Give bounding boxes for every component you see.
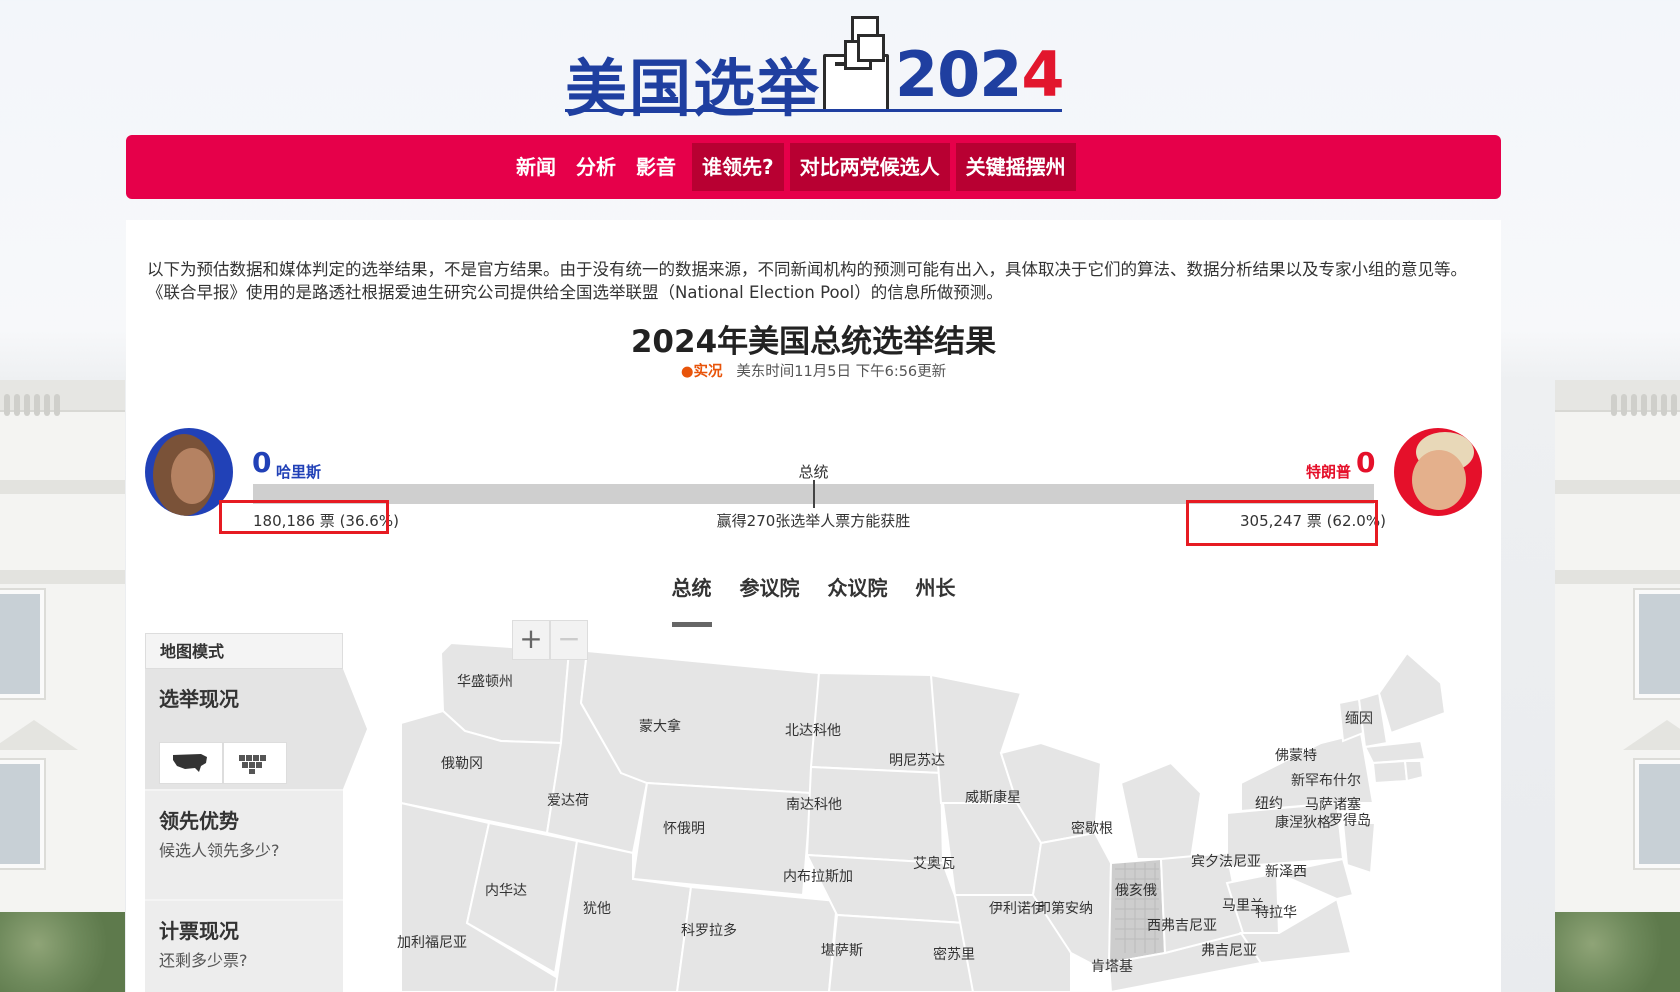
label-oregon: 俄勒冈: [441, 756, 483, 772]
race-tabs: 总统 参议院 众议院 州长: [126, 572, 1501, 627]
label-nebraska: 内布拉斯加: [783, 869, 853, 885]
state-michigan[interactable]: [1119, 761, 1203, 860]
grid-view-button[interactable]: [223, 742, 287, 784]
label-montana: 蒙大拿: [639, 718, 681, 735]
main-nav: 新闻 分析 影音 谁领先? 对比两党候选人 关键摇摆州: [126, 135, 1501, 199]
tab-senate[interactable]: 参议院: [740, 572, 800, 613]
state-south-dakota[interactable]: [805, 765, 945, 865]
background-building-right: [1555, 380, 1680, 992]
tab-house[interactable]: 众议院: [828, 572, 888, 613]
label-minnesota: 明尼苏达: [889, 753, 945, 769]
background-building-left: [0, 380, 125, 992]
label-idaho: 爱达荷: [547, 793, 589, 809]
nav-who-leads[interactable]: 谁领先?: [692, 143, 784, 191]
map-view-button[interactable]: [159, 742, 223, 784]
label-west-virginia: 西弗吉尼亚: [1147, 918, 1217, 934]
state-maine[interactable]: [1377, 651, 1447, 735]
label-massachusetts: 马萨诸塞: [1305, 796, 1361, 813]
trump-votes-highlight: [1186, 500, 1378, 546]
logo-title: 美国选举: [565, 52, 822, 125]
us-map-icon: [173, 754, 207, 772]
us-election-map[interactable]: 华盛顿州 俄勒冈 加利福尼亚 爱达荷 内华达 蒙大拿 怀俄明 犹他 科罗拉多 北…: [381, 633, 1501, 992]
map-mode-header: 地图模式: [145, 633, 343, 669]
label-washington: 华盛顿州: [457, 674, 513, 690]
label-kentucky: 肯塔基: [1091, 958, 1133, 975]
label-connecticut: 康涅狄格: [1275, 814, 1331, 831]
nav-compare-candidates[interactable]: 对比两党候选人: [789, 143, 950, 191]
race-label: 总统: [798, 463, 829, 481]
majority-marker: [813, 480, 815, 508]
logo-year: 2024: [895, 38, 1065, 111]
page-title: 2024年美国总统选举结果: [630, 324, 997, 360]
state-new-jersey[interactable]: [1341, 822, 1377, 875]
label-missouri: 密苏里: [933, 946, 975, 963]
state-colorado[interactable]: [675, 885, 839, 992]
site-logo[interactable]: 美国选举 2024: [565, 10, 1065, 125]
label-rhode-island: 罗得岛: [1329, 812, 1371, 829]
state-rhode-island[interactable]: [1403, 760, 1425, 783]
update-time: 美东时间11月5日 下午6:56更新: [736, 364, 947, 380]
nav-news[interactable]: 新闻: [506, 143, 566, 191]
label-california: 加利福尼亚: [397, 935, 467, 951]
zoom-out-button[interactable]: −: [550, 620, 588, 660]
live-badge: 实况: [693, 364, 723, 380]
mode-vote-count[interactable]: 计票现况 还剩多少票?: [145, 901, 343, 992]
mode-lead-margin[interactable]: 领先优势 候选人领先多少?: [145, 791, 343, 899]
label-vermont: 佛蒙特: [1275, 748, 1317, 764]
active-mode-pointer: [343, 669, 367, 789]
update-status: ●实况 美东时间11月5日 下午6:56更新: [680, 364, 947, 380]
label-michigan: 密歇根: [1071, 820, 1113, 837]
label-indiana: 印第安纳: [1037, 900, 1093, 917]
results-panel: 以下为预估数据和媒体判定的选举结果，不是官方结果。由于没有统一的数据来源，不同新…: [126, 220, 1501, 992]
label-wisconsin: 威斯康星: [965, 789, 1021, 806]
label-delaware: 特拉华: [1255, 905, 1297, 921]
label-virginia: 弗吉尼亚: [1201, 943, 1257, 959]
tab-governor[interactable]: 州长: [916, 572, 956, 613]
label-north-dakota: 北达科他: [785, 723, 841, 739]
label-new-hampshire: 新罕布什尔: [1291, 773, 1361, 789]
label-new-york: 纽约: [1255, 796, 1283, 812]
nav-video[interactable]: 影音: [626, 143, 686, 191]
nav-swing-states[interactable]: 关键摇摆州: [955, 143, 1076, 191]
map-mode-sidebar: 地图模式 选举现况 领先优势 候选人领先多少? 计票现况 还剩多少票?: [145, 633, 367, 992]
state-connecticut[interactable]: [1371, 759, 1409, 785]
mode-current-results[interactable]: 选举现况: [145, 669, 343, 789]
label-utah: 犹他: [583, 901, 611, 917]
label-wyoming: 怀俄明: [663, 821, 705, 837]
label-new-jersey: 新泽西: [1265, 864, 1307, 880]
label-ohio: 俄亥俄: [1115, 883, 1157, 899]
label-maine: 缅因: [1345, 711, 1373, 727]
label-iowa: 艾奥瓦: [913, 855, 955, 872]
disclaimer-text: 以下为预估数据和媒体判定的选举结果，不是官方结果。由于没有统一的数据来源，不同新…: [147, 260, 1467, 302]
label-pennsylvania: 宾夕法尼亚: [1191, 854, 1261, 870]
grid-map-icon: [239, 755, 266, 774]
state-indiana[interactable]: [1107, 857, 1167, 965]
tab-president[interactable]: 总统: [671, 572, 712, 627]
map-zoom-controls: + −: [512, 620, 588, 660]
label-south-dakota: 南达科他: [786, 797, 842, 813]
label-kansas: 堪萨斯: [821, 943, 863, 959]
state-minnesota[interactable]: [929, 673, 1023, 804]
label-colorado: 科罗拉多: [681, 922, 737, 939]
nav-analysis[interactable]: 分析: [566, 143, 626, 191]
label-nevada: 内华达: [485, 883, 527, 899]
zoom-in-button[interactable]: +: [512, 620, 550, 660]
